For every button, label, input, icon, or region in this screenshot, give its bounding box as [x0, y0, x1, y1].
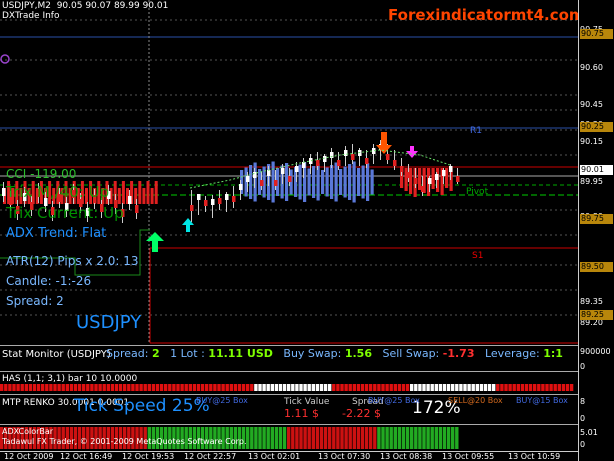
panel-divider-1 [0, 345, 578, 346]
sell-swap-label: Sell Swap: [382, 347, 440, 360]
adx-axis-bottom: 0 [580, 440, 586, 449]
time-label: 12 Oct 22:57 [184, 452, 237, 461]
spread-label: Spread: [106, 347, 149, 360]
stat-monitor-title: Stat Monitor (USDJPY) [2, 349, 111, 360]
indicator-name: DXTrade Info [2, 11, 60, 21]
panel-divider-2 [0, 371, 578, 372]
spread-readout: Spread: 2 [6, 294, 64, 308]
renko-axis-top: 8 [580, 397, 586, 406]
buy-swap-label: Buy Swap: [283, 347, 342, 360]
renko-box-4: BUY@15 Box [516, 396, 568, 405]
time-label: 13 Oct 10:59 [508, 452, 561, 461]
buy-arrow-small [182, 218, 194, 232]
candle-readout: Candle: -1:-26 [6, 274, 92, 288]
time-label: 12 Oct 16:49 [60, 452, 113, 461]
time-label: 12 Oct 19:53 [122, 452, 175, 461]
has-label: HAS (1,1; 3,1) bar 10 10.0000 [2, 374, 138, 384]
renko-spread-value: -2.22 $ [342, 407, 381, 420]
copyright: Tadawul FX Trader, © 2001-2009 MetaQuote… [2, 437, 247, 446]
atr-readout: ATR(12) Pips x 2.0: 13 [6, 254, 139, 268]
panel-divider-4 [0, 424, 578, 425]
panel-divider-3 [0, 394, 578, 395]
leverage-value: 1:1 [543, 347, 563, 360]
tick-speed: Tick Speed 25% [74, 396, 210, 416]
ohlc-values: 90.05 90.07 89.99 90.01 [56, 1, 169, 11]
price-tag: 89.25 [580, 310, 613, 320]
trix-readout: Trix M,/40: Up [6, 183, 110, 201]
adx-label: ADXColorBar [2, 427, 54, 436]
renko-box-1: BUY@25 Box [196, 396, 248, 405]
price-tag: 89.75 [580, 214, 613, 224]
time-label: 13 Oct 08:38 [380, 452, 433, 461]
tick-value: 1.11 $ [284, 407, 319, 420]
purple-marker [0, 54, 10, 64]
price-tag: 90.01 [580, 165, 613, 175]
sell-arrow-small [406, 146, 418, 158]
leverage-label: Leverage: [484, 347, 540, 360]
symbol-timeframe: USDJPY,M2 90.05 90.07 89.99 90.01 [2, 1, 168, 11]
price-tag: 89.50 [580, 262, 613, 272]
symbol-label: USDJPY,M2 [2, 1, 51, 11]
lot-value: 11.11 USD [208, 347, 273, 360]
lot-label: 1 Lot : [170, 347, 205, 360]
renko-box-3: SELL@20 Box [448, 396, 503, 405]
price-tick: 90.60 [580, 63, 603, 72]
renko-axis-bottom: 0 [580, 414, 586, 423]
price-tick: 90.15 [580, 137, 603, 146]
cci-readout: CCI -119.00 [6, 167, 77, 181]
price-tick: 89.35 [580, 297, 603, 306]
price-tag: 90.25 [580, 122, 613, 132]
price-tick: 89.95 [580, 177, 603, 186]
stat-axis-top: 900000 [580, 347, 611, 356]
big-symbol: USDJPY [76, 312, 142, 333]
pivot-label: Pivot [466, 187, 489, 197]
watermark: Forexindicatormt4.com [388, 6, 585, 24]
time-label: 13 Oct 07:30 [318, 452, 371, 461]
trix-current-readout: Trix Current: Up [6, 204, 124, 222]
r1-label: R1 [470, 126, 482, 136]
s1-label: S1 [472, 251, 484, 261]
renko-box-2: BUY@25 Box [368, 396, 420, 405]
sell-swap-value: -1.73 [442, 347, 475, 360]
stat-axis-bottom: 0 [580, 362, 586, 371]
time-label: 13 Oct 09:55 [442, 452, 495, 461]
spread-value: 2 [151, 347, 160, 360]
time-label: 13 Oct 02:01 [248, 452, 301, 461]
stat-monitor-values: Spread: 2 1 Lot : 11.11 USD Buy Swap: 1.… [106, 347, 563, 360]
buy-swap-value: 1.56 [344, 347, 372, 360]
price-tick: 90.45 [580, 100, 603, 109]
adx-readout: ADX Trend: Flat [6, 226, 107, 241]
time-label: 12 Oct 2009 [4, 452, 54, 461]
price-tag: 90.75 [580, 29, 613, 39]
adx-axis-top: 5.01 [580, 428, 598, 437]
tick-value-label: Tick Value [284, 397, 330, 407]
